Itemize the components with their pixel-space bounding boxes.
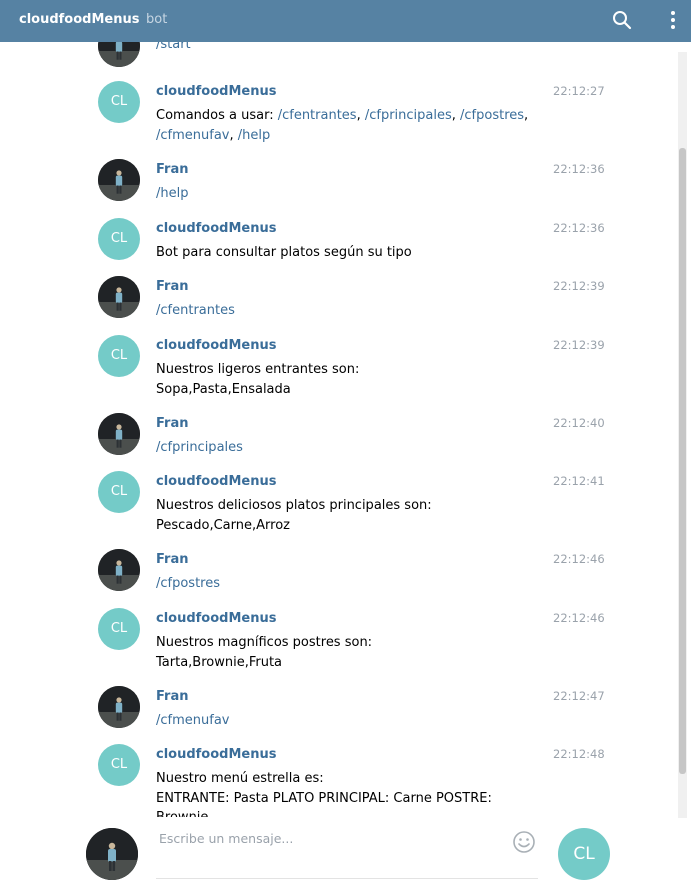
message-sender[interactable]: cloudfoodMenus (156, 611, 276, 626)
message-text-segment: Nuestros ligeros entrantes son: (156, 362, 360, 377)
message-sender[interactable]: cloudfoodMenus (156, 338, 276, 353)
scrollbar-thumb[interactable] (679, 148, 686, 774)
message-text: /cfpostres (156, 574, 536, 594)
message-composer: Escribe un mensaje... CL (0, 818, 691, 883)
message-text: Bot para consultar platos según su tipo (156, 243, 536, 263)
message-text-segment: Brownie (156, 810, 208, 817)
message-time: 22:12:36 (553, 162, 605, 176)
message-sender[interactable]: Fran (156, 279, 189, 294)
more-vertical-icon[interactable] (664, 10, 682, 30)
smiley-icon[interactable] (512, 830, 536, 854)
message-sender[interactable]: cloudfoodMenus (156, 747, 276, 762)
command-link[interactable]: /cfpostres (156, 576, 220, 591)
user-avatar[interactable] (98, 276, 140, 318)
user-avatar[interactable] (98, 549, 140, 591)
bot-avatar[interactable]: CL (98, 81, 140, 123)
message-text-segment: Nuestro menú estrella es: (156, 771, 324, 786)
message-text-segment: , (229, 127, 238, 143)
message-text: Nuestro menú estrella es: ENTRANTE: Pasta… (156, 769, 536, 817)
message-sender[interactable]: Fran (156, 552, 189, 567)
command-link[interactable]: /cfentrantes (278, 108, 357, 123)
bot-avatar-large[interactable]: CL (558, 828, 610, 880)
bot-avatar[interactable]: CL (98, 335, 140, 377)
message-text: Comandos a usar: /cfentrantes, /cfprinci… (156, 106, 536, 145)
message-time: 22:12:36 (553, 221, 605, 235)
user-avatar[interactable] (98, 42, 140, 67)
message-text-segment: Nuestros magníficos postres son: (156, 635, 373, 650)
message-time: 22:12:46 (553, 611, 605, 625)
chat-subtitle: bot (146, 12, 168, 27)
message-text: /cfprincipales (156, 438, 536, 458)
command-link[interactable]: /cfprincipales (365, 108, 452, 123)
message-text: /cfentrantes (156, 301, 536, 321)
message-text-segment: Bot para consultar platos según su tipo (156, 245, 412, 260)
message-sender[interactable]: Fran (156, 416, 189, 431)
user-avatar[interactable] (98, 159, 140, 201)
message-sender[interactable]: cloudfoodMenus (156, 221, 276, 236)
message-time: 22:12:46 (553, 552, 605, 566)
message-time: 22:12:39 (553, 338, 605, 352)
message-text: Nuestros deliciosos platos principales s… (156, 496, 536, 535)
command-link[interactable]: /help (156, 186, 188, 201)
bot-avatar[interactable]: CL (98, 218, 140, 260)
message-text: /cfmenufav (156, 711, 536, 731)
bot-avatar[interactable]: CL (98, 471, 140, 513)
message-time: 22:12:40 (553, 416, 605, 430)
message-time: 22:12:47 (553, 689, 605, 703)
command-link[interactable]: /cfmenufav (156, 128, 229, 143)
bot-avatar[interactable]: CL (98, 608, 140, 650)
message-time: 22:12:41 (553, 474, 605, 488)
message-sender[interactable]: Fran (156, 162, 189, 177)
message-sender[interactable]: cloudfoodMenus (156, 84, 276, 99)
command-link[interactable]: /start (156, 42, 191, 52)
message-text-segment: Pescado,Carne,Arroz (156, 517, 290, 533)
command-link[interactable]: /cfpostres (460, 108, 524, 123)
user-avatar (86, 828, 138, 880)
message-text: /start (156, 42, 536, 55)
message-text-segment: Comandos a usar: (156, 108, 278, 123)
message-sender[interactable]: Fran (156, 689, 189, 704)
command-link[interactable]: /help (238, 128, 270, 143)
message-time: 22:12:48 (553, 747, 605, 761)
message-list: /start CL cloudfoodMenus 22:12:27 Comandos a… (0, 42, 691, 817)
user-avatar[interactable] (98, 686, 140, 728)
message-text-segment: , (356, 108, 365, 123)
command-link[interactable]: /cfprincipales (156, 440, 243, 455)
message-text: Nuestros magníficos postres son: Tarta,Br… (156, 633, 536, 672)
command-link[interactable]: /cfentrantes (156, 303, 235, 318)
message-sender[interactable]: cloudfoodMenus (156, 474, 276, 489)
message-input[interactable]: Escribe un mensaje... (156, 826, 538, 879)
message-text-segment: , (451, 108, 461, 123)
chat-header: cloudfoodMenus bot (0, 0, 691, 42)
message-text-segment: Tarta,Brownie,Fruta (156, 654, 283, 670)
message-text-segment: ENTRANTE: Pasta PLATO PRINCIPAL: Carne P… (156, 790, 492, 806)
message-time: 22:12:39 (553, 279, 605, 293)
message-text-segment: Nuestros deliciosos platos principales s… (156, 498, 432, 513)
message-text-segment: , (524, 108, 529, 123)
chat-title[interactable]: cloudfoodMenus (19, 12, 139, 27)
user-avatar[interactable] (98, 413, 140, 455)
message-text-segment: Sopa,Pasta,Ensalada (156, 381, 291, 397)
command-link[interactable]: /cfmenufav (156, 713, 229, 728)
message-text: /help (156, 184, 536, 204)
bot-avatar[interactable]: CL (98, 744, 140, 786)
message-text: Nuestros ligeros entrantes son: Sopa,Past… (156, 360, 536, 399)
message-input-placeholder: Escribe un mensaje... (159, 831, 294, 846)
search-icon[interactable] (612, 10, 632, 30)
message-time: 22:12:27 (553, 84, 605, 98)
